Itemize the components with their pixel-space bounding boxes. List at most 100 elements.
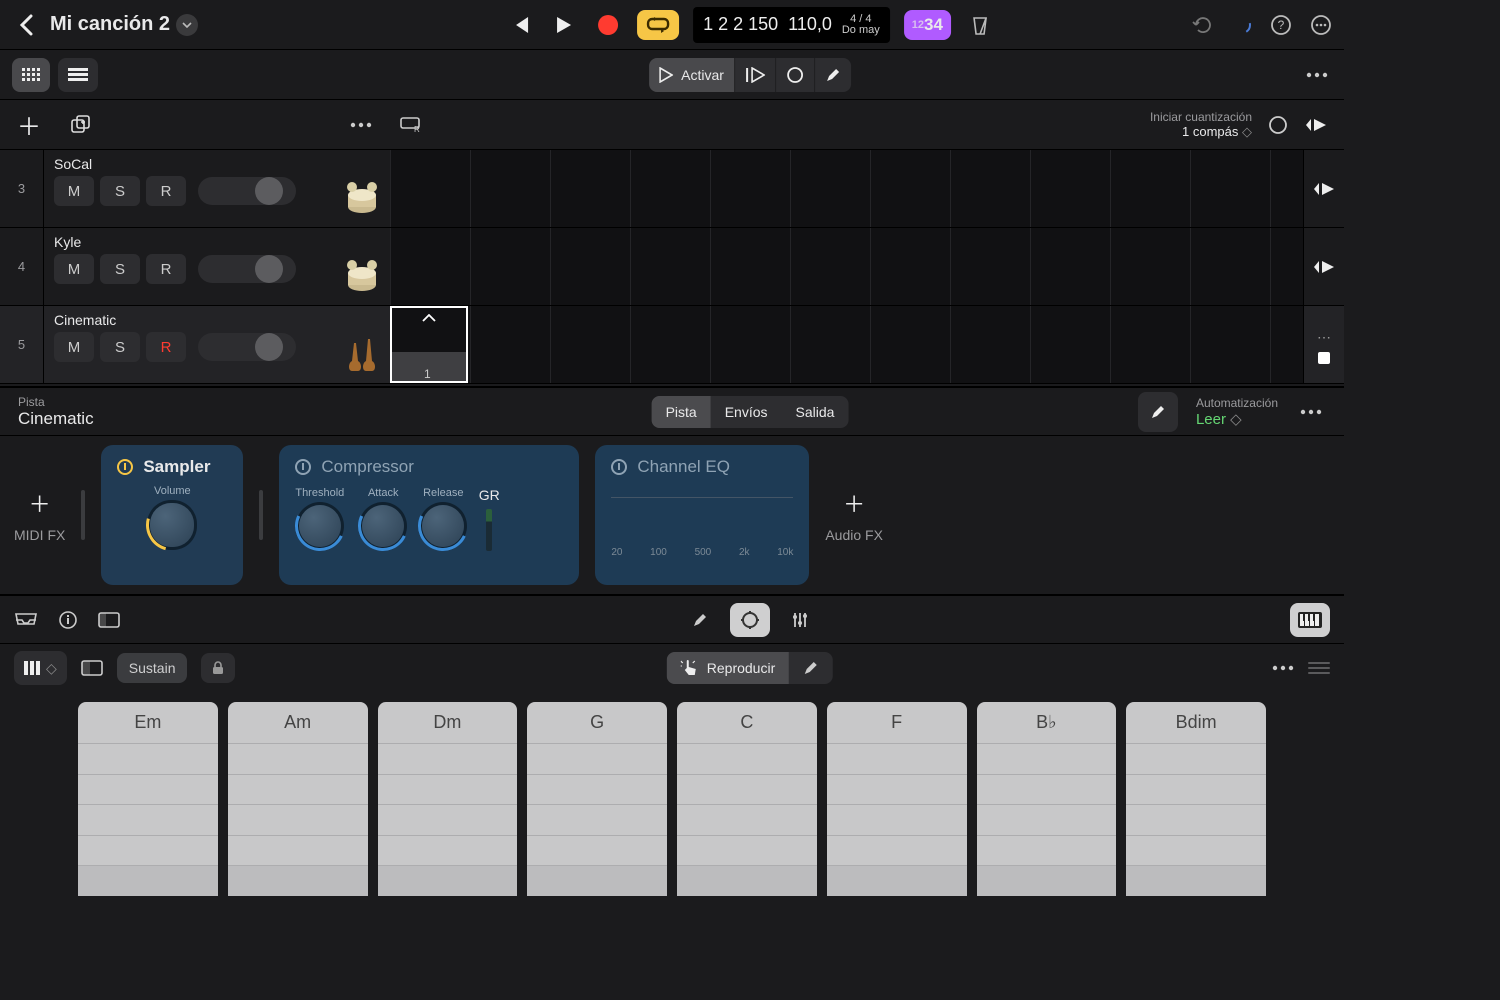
solo-button[interactable]: S bbox=[100, 254, 140, 284]
volume-slider[interactable] bbox=[198, 177, 296, 205]
help-icon[interactable]: ? bbox=[1270, 14, 1292, 36]
go-to-start-button[interactable] bbox=[505, 10, 535, 40]
undo-icon[interactable] bbox=[1192, 14, 1214, 36]
sampler-volume-knob[interactable] bbox=[150, 503, 194, 547]
chord-pad[interactable]: F bbox=[827, 702, 967, 896]
fx-divider[interactable] bbox=[259, 490, 263, 540]
compressor-attack-knob[interactable] bbox=[362, 505, 404, 547]
compressor-release-knob[interactable] bbox=[422, 505, 464, 547]
arrange-lane[interactable]: 1 bbox=[390, 306, 1304, 383]
tab-output[interactable]: Salida bbox=[782, 396, 849, 428]
plugin-sampler[interactable]: Sampler Volume bbox=[101, 445, 243, 585]
chord-pad[interactable]: Dm bbox=[378, 702, 518, 896]
automation-mode-menu[interactable]: Automatización Leer ◇ bbox=[1196, 396, 1278, 428]
scene-trigger-icon[interactable] bbox=[1312, 181, 1336, 197]
track-name[interactable]: Cinematic bbox=[54, 312, 380, 328]
track-row[interactable]: 3SoCalMSR bbox=[0, 150, 1344, 228]
mute-button[interactable]: M bbox=[54, 254, 94, 284]
scene-trigger-icon[interactable] bbox=[1312, 259, 1336, 275]
chord-edit-mode-button[interactable] bbox=[789, 652, 833, 684]
cycle-button[interactable] bbox=[637, 10, 679, 40]
add-audio-fx-button[interactable]: ＋ Audio FX bbox=[825, 487, 883, 543]
more-menu-icon[interactable] bbox=[1310, 14, 1332, 36]
mute-button[interactable]: M bbox=[54, 332, 94, 362]
track-row[interactable]: 5CinematicMSR1⋯ bbox=[0, 306, 1344, 384]
sampler-volume-label: Volume bbox=[154, 485, 191, 497]
tempo-value[interactable]: 110,0 bbox=[788, 14, 832, 35]
arrange-lane[interactable] bbox=[390, 150, 1304, 227]
smart-controls-button[interactable] bbox=[730, 603, 770, 637]
cell-options[interactable]: ⋯ bbox=[1317, 329, 1331, 364]
chord-layout-button[interactable]: ◇ bbox=[14, 651, 67, 685]
mute-button[interactable]: M bbox=[54, 176, 94, 206]
info-icon[interactable] bbox=[58, 610, 78, 630]
trigger-next-button[interactable] bbox=[735, 58, 776, 92]
stop-all-icon[interactable] bbox=[1268, 115, 1288, 135]
resize-handle[interactable] bbox=[1308, 662, 1330, 674]
split-icon[interactable] bbox=[81, 660, 103, 676]
view-list-button[interactable] bbox=[58, 58, 98, 92]
add-midi-fx-button[interactable]: ＋ MIDI FX bbox=[14, 487, 65, 543]
lock-button[interactable] bbox=[201, 653, 235, 683]
live-loops-activate-button[interactable]: Activar bbox=[649, 58, 735, 92]
keyboard-button[interactable] bbox=[1290, 603, 1330, 637]
record-button[interactable] bbox=[593, 10, 623, 40]
inbox-icon[interactable] bbox=[14, 611, 38, 629]
edit-cells-button[interactable] bbox=[815, 58, 851, 92]
sidebar-icon[interactable] bbox=[98, 612, 120, 628]
chord-play-mode-button[interactable]: Reproducir bbox=[667, 652, 789, 684]
mixer-button[interactable] bbox=[780, 603, 820, 637]
chord-pad[interactable]: Em bbox=[78, 702, 218, 896]
track-name[interactable]: Kyle bbox=[54, 234, 380, 250]
view-grid-button[interactable] bbox=[12, 58, 50, 92]
chord-pad[interactable]: Am bbox=[228, 702, 368, 896]
track-header-more-button[interactable] bbox=[346, 110, 376, 140]
add-track-button[interactable]: ＋ bbox=[14, 110, 44, 140]
compressor-threshold-knob[interactable] bbox=[299, 505, 341, 547]
power-icon[interactable] bbox=[611, 459, 627, 475]
sustain-button[interactable]: Sustain bbox=[117, 653, 188, 683]
project-title[interactable]: Mi canción 2 bbox=[50, 13, 170, 36]
project-menu-button[interactable] bbox=[176, 14, 198, 36]
track-name[interactable]: SoCal bbox=[54, 156, 380, 172]
time-signature[interactable]: 4 / 4 Do may bbox=[842, 14, 880, 36]
chord-pad[interactable]: C bbox=[677, 702, 817, 896]
eq-graph[interactable] bbox=[611, 497, 793, 543]
plugin-compressor[interactable]: Compressor Threshold Attack Release GR bbox=[279, 445, 579, 585]
inspector-edit-button[interactable] bbox=[1138, 392, 1178, 432]
tracks-more-button[interactable] bbox=[1302, 60, 1332, 90]
fx-divider[interactable] bbox=[81, 490, 85, 540]
play-button[interactable] bbox=[549, 10, 579, 40]
duplicate-track-button[interactable] bbox=[66, 110, 96, 140]
quantize-menu[interactable]: Iniciar cuantización 1 compás ◇ bbox=[1150, 110, 1252, 140]
region-inspector-button[interactable]: R bbox=[390, 117, 430, 133]
record-arm-button[interactable]: R bbox=[146, 176, 186, 206]
sync-icon[interactable] bbox=[1232, 15, 1252, 35]
record-arm-button[interactable]: R bbox=[146, 254, 186, 284]
plugin-channel-eq[interactable]: Channel EQ 201005002k10k bbox=[595, 445, 809, 585]
volume-slider[interactable] bbox=[198, 333, 296, 361]
back-button[interactable] bbox=[12, 10, 42, 40]
inspector-more-button[interactable] bbox=[1296, 397, 1326, 427]
volume-slider[interactable] bbox=[198, 255, 296, 283]
metronome-button[interactable] bbox=[965, 10, 995, 40]
record-arm-button[interactable]: R bbox=[146, 332, 186, 362]
arrange-lane[interactable] bbox=[390, 228, 1304, 305]
power-icon[interactable] bbox=[117, 459, 133, 475]
tab-sends[interactable]: Envíos bbox=[711, 396, 782, 428]
edit-mode-button[interactable] bbox=[680, 603, 720, 637]
lcd-display[interactable]: 1 2 2 150 110,0 4 / 4 Do may bbox=[693, 7, 890, 43]
chord-pad[interactable]: B♭ bbox=[977, 702, 1117, 896]
ellipsis-icon[interactable] bbox=[1272, 665, 1294, 671]
tab-track[interactable]: Pista bbox=[652, 396, 711, 428]
trigger-all-icon[interactable] bbox=[1304, 117, 1328, 133]
solo-button[interactable]: S bbox=[100, 176, 140, 206]
chord-pad[interactable]: Bdim bbox=[1126, 702, 1266, 896]
chord-pad[interactable]: G bbox=[527, 702, 667, 896]
count-in-button[interactable]: 12123434 bbox=[904, 10, 951, 40]
track-number: 4 bbox=[0, 228, 44, 305]
trigger-loop-button[interactable] bbox=[776, 58, 815, 92]
track-row[interactable]: 4 Kyle MSR bbox=[0, 228, 1344, 306]
solo-button[interactable]: S bbox=[100, 332, 140, 362]
power-icon[interactable] bbox=[295, 459, 311, 475]
